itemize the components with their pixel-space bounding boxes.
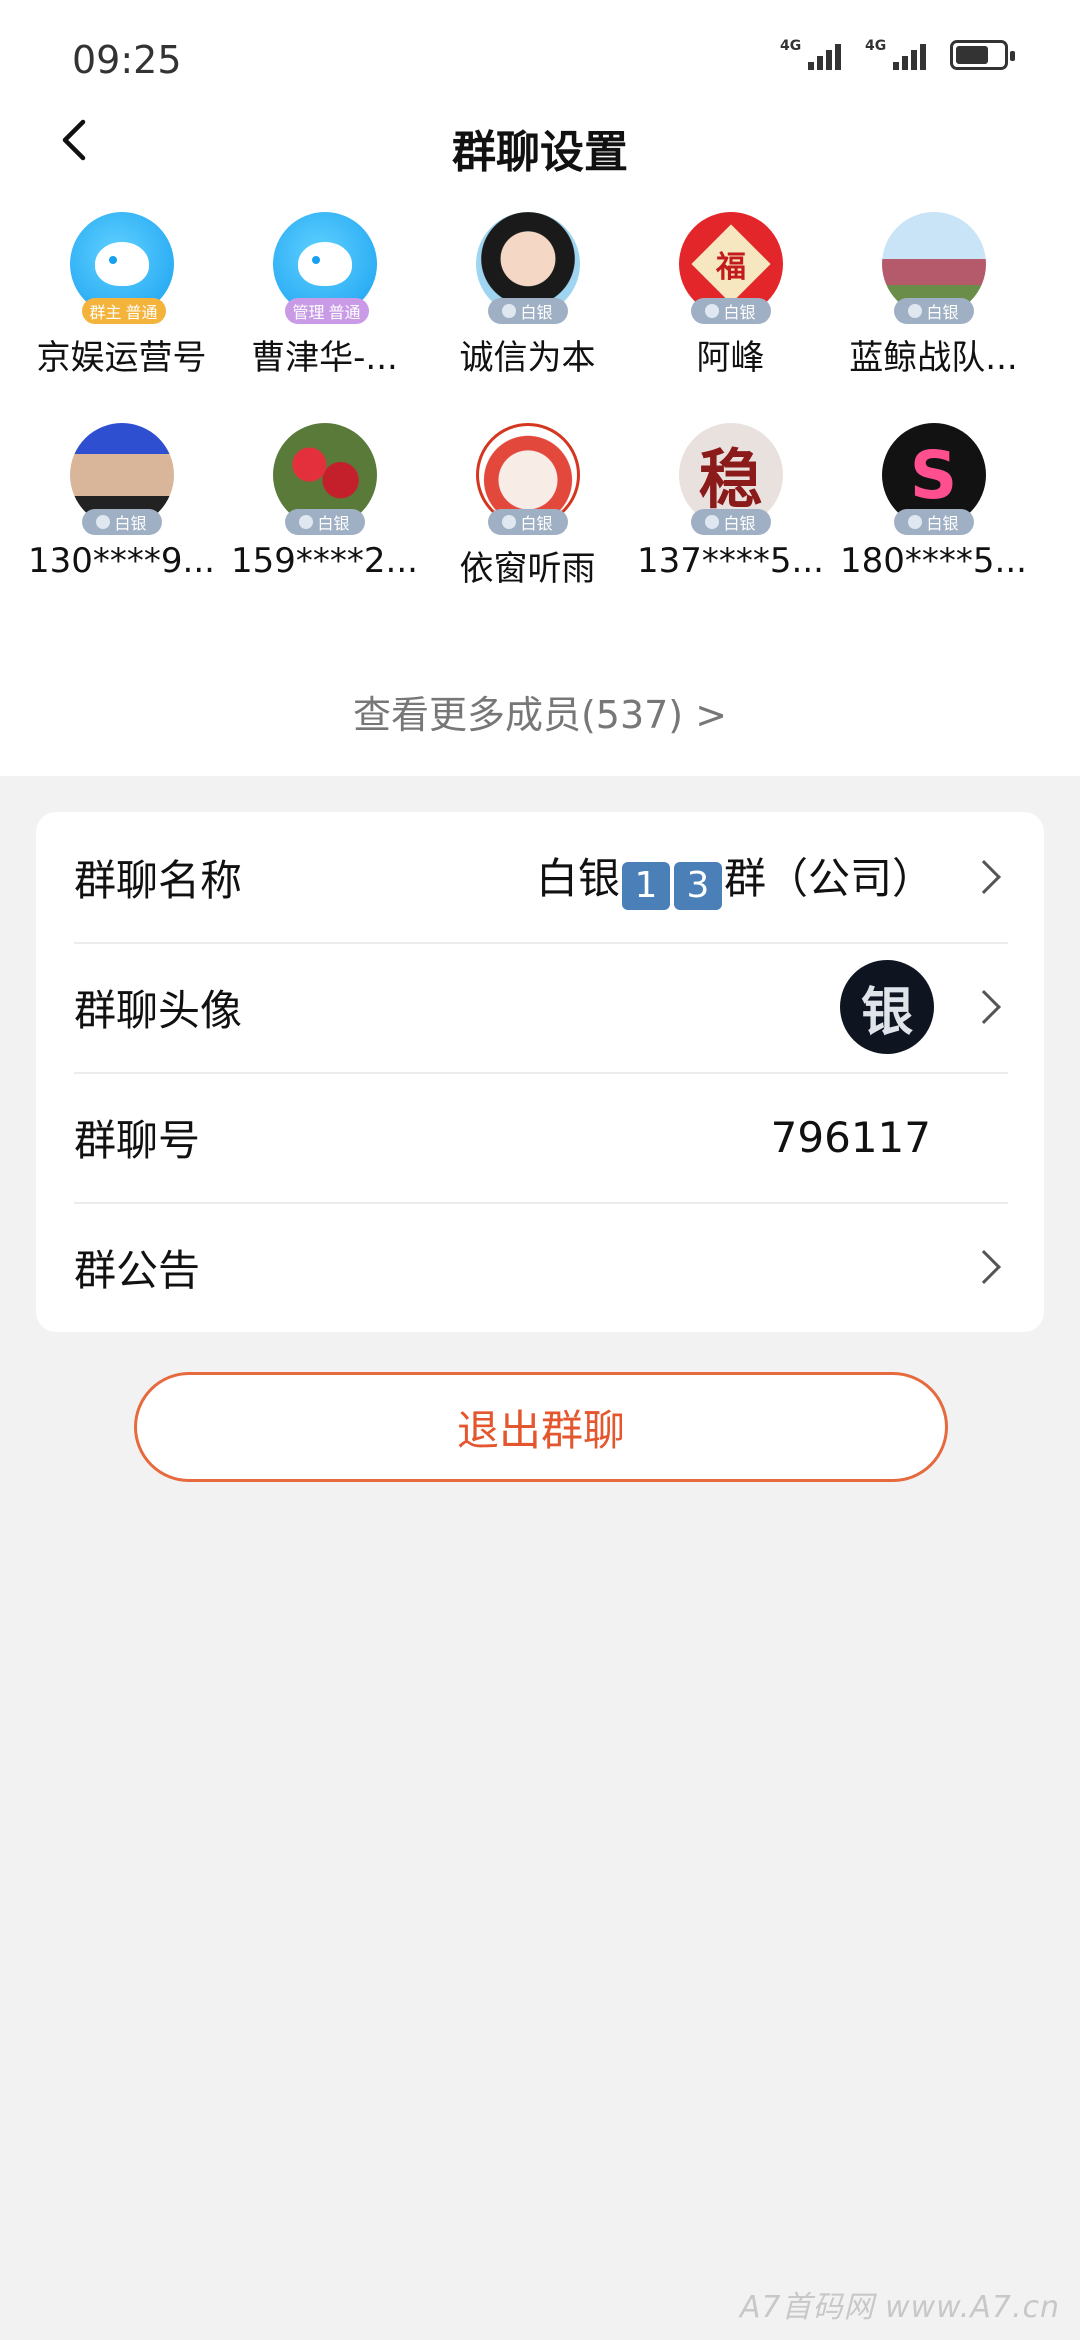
chevron-right-icon [967,990,1001,1024]
chevron-right-icon [967,860,1001,894]
settings-card: 群聊名称 白银 1 3 群（公司） 群聊头像 银 群聊号 796117 群公告 [36,812,1044,1332]
gem-icon [908,304,923,318]
gem-icon [705,304,720,318]
member-badge: 白银 [893,298,974,324]
digit-1-emoji: 1 [621,861,670,910]
group-id-label: 群聊号 [74,1115,201,1165]
announcement-row[interactable]: 群公告 [36,1202,1044,1332]
gem-icon [908,515,923,529]
group-avatar: 银 [840,960,934,1054]
member-badge: 白银 [284,509,365,535]
member-badge: 白银 [893,509,974,535]
group-avatar-label: 群聊头像 [74,985,243,1035]
gem-icon [299,515,314,529]
member-item[interactable]: S 白银 180****5... [832,423,1035,590]
gem-icon [502,304,517,318]
status-bar: 09:25 4G 4G [0,0,1080,110]
fu-glyph: 福 [715,250,746,285]
bird-icon [94,242,149,286]
group-name-row[interactable]: 群聊名称 白银 1 3 群（公司） [36,812,1044,942]
view-more-members-link[interactable]: 查看更多成员(537) > [0,684,1080,739]
member-item[interactable]: 稳 白银 137****5... [629,423,832,590]
member-item[interactable]: 福 白银 阿峰 [629,212,832,379]
group-name-value: 白银 1 3 群（公司） [536,845,934,910]
group-avatar-row[interactable]: 群聊头像 银 [36,942,1044,1072]
group-id-value: 796117 [770,1112,931,1162]
members-panel: 09:25 4G 4G 群聊设置 群主 普通 京娱运营号 管理 普通 曹津华-.… [0,0,1080,776]
member-item[interactable]: 管理 普通 曹津华-... [223,212,426,379]
battery-icon [950,40,1015,70]
member-name: 180****5... [840,541,1027,581]
bird-icon [297,242,352,286]
network-type-label: 4G [865,38,887,54]
member-badge: 白银 [487,509,568,535]
status-time: 09:25 [72,38,182,82]
announcement-label: 群公告 [74,1245,201,1295]
member-name: 蓝鲸战队... [849,338,1018,378]
member-name: 诚信为本 [459,338,596,378]
member-name: 京娱运营号 [36,338,207,378]
member-name: 137****5... [637,541,824,581]
member-name: 159****2... [231,541,418,581]
member-item[interactable]: 群主 普通 京娱运营号 [20,212,223,379]
member-badge: 白银 [81,509,162,535]
watermark: A7首码网 www.A7.cn [739,2290,1060,2325]
member-item[interactable]: 白银 依窗听雨 [426,423,629,590]
member-name: 130****9... [28,541,215,581]
nav-bar: 群聊设置 [0,110,1080,178]
chevron-right-icon [967,1250,1001,1284]
member-badge: 白银 [690,298,771,324]
member-badge: 白银 [690,509,771,535]
page-title: 群聊设置 [452,127,628,178]
member-badge: 管理 普通 [284,298,369,324]
group-name-label: 群聊名称 [74,855,243,905]
member-item[interactable]: 白银 蓝鲸战队... [832,212,1035,379]
group-id-row: 群聊号 796117 [36,1072,1044,1202]
member-item[interactable]: 白银 130****9... [20,423,223,590]
gem-icon [96,515,111,529]
member-name: 阿峰 [696,338,765,378]
signal-icon: 4G [865,38,926,70]
s-glyph: S [909,436,958,514]
member-name: 曹津华-... [251,338,398,378]
gem-icon [705,515,720,529]
member-grid: 群主 普通 京娱运营号 管理 普通 曹津华-... 白银 诚信为本 福 白银 阿峰 [0,212,1080,590]
member-name: 依窗听雨 [459,549,596,589]
member-item[interactable]: 白银 诚信为本 [426,212,629,379]
member-badge: 白银 [487,298,568,324]
exit-group-button[interactable]: 退出群聊 [134,1372,948,1482]
member-badge: 群主 普通 [81,298,166,324]
member-item[interactable]: 白银 159****2... [223,423,426,590]
gem-icon [502,515,517,529]
network-type-label: 4G [780,38,802,54]
system-icons: 4G 4G [780,38,1015,70]
digit-3-emoji: 3 [673,861,722,910]
signal-icon: 4G [780,38,841,70]
wen-glyph: 稳 [698,444,763,518]
